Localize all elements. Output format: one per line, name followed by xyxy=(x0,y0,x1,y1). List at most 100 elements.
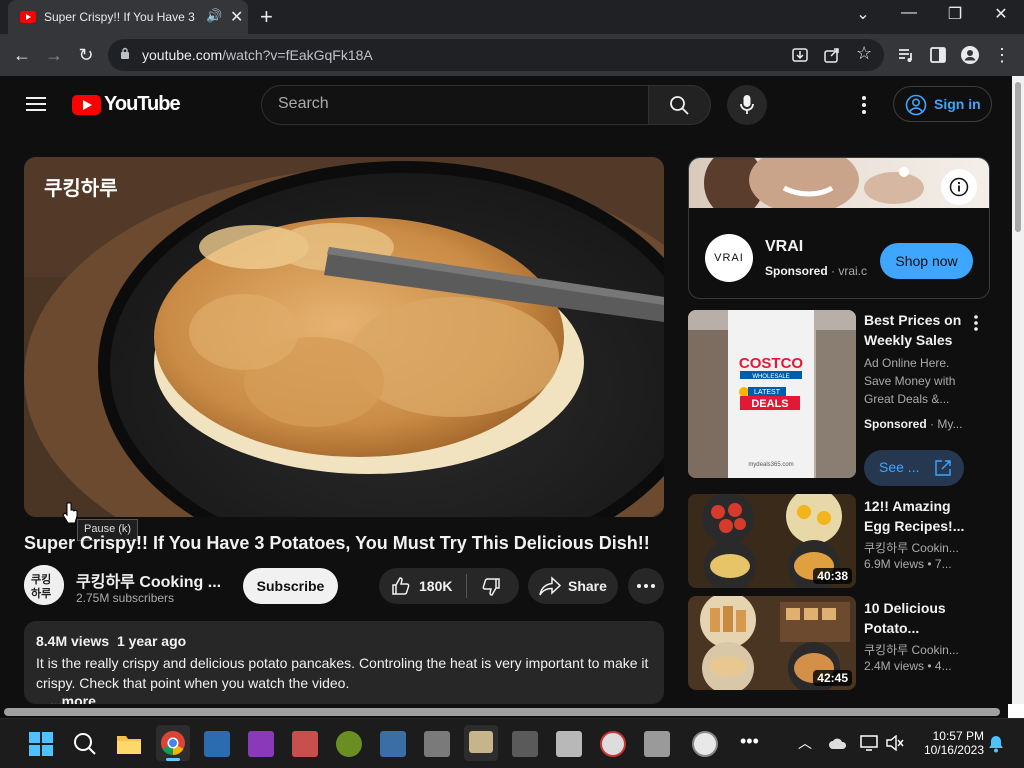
close-tab-icon[interactable]: ✕ xyxy=(230,7,243,27)
vertical-scrollbar[interactable] xyxy=(1012,76,1024,704)
costco-sponsored-label: Sponsored xyxy=(864,417,927,431)
notification-bell-icon[interactable] xyxy=(988,735,1004,753)
show-more-link[interactable]: ...more xyxy=(50,693,96,704)
share-button[interactable]: Share xyxy=(528,568,618,604)
browser-tab[interactable]: Super Crispy!! If You Have 3 Potatoes 🔊 … xyxy=(8,0,248,34)
duration-badge: 42:45 xyxy=(813,670,852,686)
minimize-button[interactable]: — xyxy=(886,4,932,22)
tab-strip: Super Crispy!! If You Have 3 Potatoes 🔊 … xyxy=(0,0,1024,34)
app-icon-1[interactable] xyxy=(248,731,274,757)
dislike-button[interactable] xyxy=(481,577,501,597)
install-app-icon[interactable] xyxy=(792,47,808,63)
hidden-icons-chevron-icon[interactable]: ︿ xyxy=(798,733,812,753)
description-box[interactable]: 8.4M views 1 year ago It is the really c… xyxy=(24,621,664,704)
url-path: /watch?v=fEakGqFk18A xyxy=(222,47,373,63)
share-page-icon[interactable] xyxy=(824,47,840,63)
more-taskbar-icon[interactable]: ••• xyxy=(740,731,759,752)
channel-watermark: 쿠킹하루 xyxy=(44,176,118,200)
more-actions-button[interactable] xyxy=(628,568,664,604)
profile-icon[interactable] xyxy=(961,46,979,64)
vertical-scroll-thumb[interactable] xyxy=(1015,82,1021,232)
see-more-button[interactable]: See ... xyxy=(864,450,964,486)
shop-now-button[interactable]: Shop now xyxy=(880,243,973,279)
like-dislike-group: 180K xyxy=(379,568,519,604)
close-window-button[interactable]: ✕ xyxy=(978,4,1024,24)
horizontal-scroll-thumb[interactable] xyxy=(4,708,1000,716)
like-button[interactable] xyxy=(391,576,411,596)
search-input[interactable] xyxy=(278,95,628,113)
speaker-icon[interactable]: 🔊 xyxy=(206,8,222,24)
chrome-taskbar-button[interactable] xyxy=(156,725,190,761)
app-icon-8[interactable] xyxy=(556,731,582,757)
related-video-channel[interactable]: 쿠킹하루 Cookin... xyxy=(864,539,974,556)
horizontal-scrollbar[interactable] xyxy=(0,704,1024,718)
volume-muted-icon[interactable] xyxy=(886,735,904,751)
system-clock[interactable]: 10:57 PM 10/16/2023 xyxy=(914,729,984,757)
search-button[interactable] xyxy=(648,85,711,125)
ad-domain: vrai.c xyxy=(838,264,868,278)
app-icon-9[interactable] xyxy=(600,731,626,757)
sign-in-button[interactable]: Sign in xyxy=(893,86,992,122)
forward-arrow-icon[interactable]: → xyxy=(42,44,66,66)
channel-name[interactable]: 쿠킹하루 Cooking ... xyxy=(76,568,221,592)
bookmark-star-icon[interactable]: ☆ xyxy=(856,43,872,64)
search-icon[interactable] xyxy=(72,731,98,757)
scrollbar-corner xyxy=(1008,704,1024,718)
subscribe-button[interactable]: Subscribe xyxy=(243,568,338,604)
channel-avatar[interactable]: 쿠킹 하루 xyxy=(24,565,64,605)
back-arrow-icon[interactable]: ← xyxy=(10,44,34,66)
voice-search-button[interactable] xyxy=(727,85,767,125)
youtube-favicon-icon xyxy=(20,11,36,23)
youtube-wordmark: YouTube xyxy=(104,93,181,115)
new-tab-button[interactable]: + xyxy=(260,4,273,30)
windows-start-icon[interactable] xyxy=(28,731,54,757)
chrome-menu-icon[interactable]: ⋮ xyxy=(990,44,1014,66)
item-more-icon[interactable] xyxy=(972,314,980,332)
windows-taskbar: ••• ︿ 10:57 PM 10/16/2023 xyxy=(0,718,1024,768)
address-bar[interactable]: youtube.com/watch?v=fEakGqFk18A ☆ xyxy=(108,39,884,71)
sponsored-item-costco[interactable]: COSTCO WHOLESALE LATEST DEALS mydeals365… xyxy=(688,310,1012,486)
remote-desktop-icon[interactable] xyxy=(204,731,230,757)
media-controls-icon[interactable] xyxy=(898,47,914,63)
search-box[interactable] xyxy=(261,85,649,125)
app-icon-6[interactable] xyxy=(464,725,498,761)
description-text: It is the really crispy and delicious po… xyxy=(36,655,649,691)
restore-button[interactable]: ❐ xyxy=(932,4,978,24)
deals-text: DEALS xyxy=(751,398,788,410)
clock-date: 10/16/2023 xyxy=(923,743,984,757)
app-icon-7[interactable] xyxy=(512,731,538,757)
video-player[interactable]: 쿠킹하루 xyxy=(24,157,664,517)
reload-icon[interactable]: ↻ xyxy=(74,44,98,66)
app-icon-2[interactable] xyxy=(292,731,318,757)
browser-toolbar: ← → ↻ youtube.com/watch?v=fEakGqFk18A ☆ … xyxy=(0,34,1024,76)
file-explorer-icon[interactable] xyxy=(116,731,142,757)
related-video-egg[interactable]: 40:38 12!! Amazing Egg Recipes!... 쿠킹하루 … xyxy=(688,494,1012,588)
clock-app-icon[interactable] xyxy=(692,731,718,757)
like-count: 180K xyxy=(419,578,453,594)
costco-sponsored-line: Sponsored · My... xyxy=(864,417,963,431)
onedrive-icon[interactable] xyxy=(828,736,848,752)
related-video-age: 7... xyxy=(934,557,952,571)
like-divider xyxy=(466,574,467,598)
ad-sponsored-line: Sponsored · vrai.c xyxy=(765,264,868,278)
ad-info-button[interactable] xyxy=(941,169,977,205)
app-icon-4[interactable] xyxy=(380,731,406,757)
app-icon-10[interactable] xyxy=(644,731,670,757)
youtube-header: YouTube Sign in xyxy=(0,76,1012,132)
network-icon[interactable] xyxy=(860,735,878,751)
mydeals-url-text: mydeals365.com xyxy=(748,462,793,468)
related-video-meta: 6.9M views • 7... xyxy=(864,557,952,571)
hamburger-menu-icon[interactable] xyxy=(26,97,46,111)
related-video-potato[interactable]: 42:45 10 Delicious Potato... 쿠킹하루 Cookin… xyxy=(688,596,1012,690)
app-icon-3[interactable] xyxy=(336,731,362,757)
search-icon xyxy=(670,96,689,115)
view-count: 8.4M views xyxy=(36,633,110,649)
side-panel-icon[interactable] xyxy=(930,47,946,63)
settings-more-icon[interactable] xyxy=(854,94,874,116)
vrai-ad-card[interactable]: VRAI VRAI Sponsored · vrai.c Shop now xyxy=(688,157,990,299)
app-icon-5[interactable] xyxy=(424,731,450,757)
lock-icon xyxy=(121,47,129,59)
related-video-channel[interactable]: 쿠킹하루 Cookin... xyxy=(864,641,974,658)
tab-search-chevron-icon[interactable]: ⌄ xyxy=(840,4,886,24)
microphone-icon xyxy=(740,95,754,114)
